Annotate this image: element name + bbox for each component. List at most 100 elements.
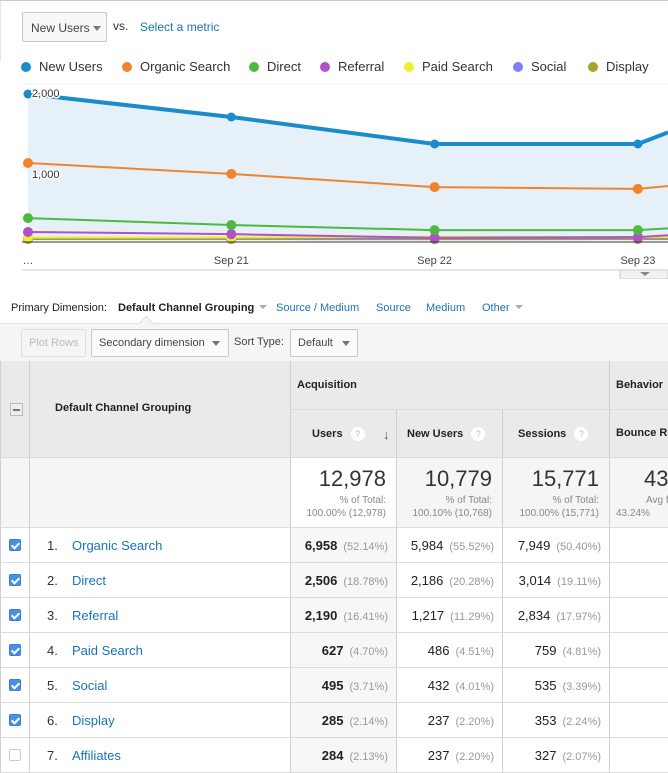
row-dimension-cell — [30, 598, 291, 633]
chevron-down-icon — [259, 305, 267, 309]
help-icon[interactable]: ? — [471, 427, 485, 441]
metric-select[interactable]: New Users — [22, 12, 107, 42]
sessions-column-header[interactable]: Sessions? — [503, 410, 610, 458]
x-tick-label: Sep 21 — [214, 255, 249, 267]
chevron-down-icon — [212, 341, 220, 346]
data-point — [430, 225, 440, 235]
secondary-dimension-select[interactable]: Secondary dimension — [91, 329, 229, 357]
collapse-icon[interactable] — [10, 403, 23, 416]
line-chart: 2,0001,000…Sep 21Sep 22Sep 23 — [0, 83, 668, 279]
table-row: 6.Display285(2.14%)237(2.20%)353(2.24%) — [0, 703, 668, 738]
metric-percent: (55.52%) — [449, 541, 494, 553]
plot-rows-button[interactable]: Plot Rows — [21, 329, 86, 357]
metric-percent: (3.39%) — [562, 681, 601, 693]
sort-type-select[interactable]: Default — [290, 329, 358, 357]
totals-select-cell — [0, 458, 30, 528]
row-sessions-value: 327(2.07%) — [535, 748, 601, 763]
metric-value: 1,217 — [412, 608, 445, 623]
row-checkbox[interactable] — [9, 644, 21, 656]
chart-legend: New Users Organic Search Direct Referral… — [0, 57, 668, 81]
data-point — [23, 213, 33, 223]
dimension-column-header[interactable]: Default Channel Grouping — [55, 402, 191, 414]
metric-value: 535 — [535, 678, 557, 693]
row-channel-link[interactable]: Social — [72, 678, 107, 693]
row-checkbox[interactable] — [9, 539, 21, 551]
metric-value: 5,984 — [411, 538, 444, 553]
data-point — [226, 220, 236, 230]
sort-descending-icon[interactable]: ↓ — [383, 427, 390, 442]
data-point — [226, 169, 236, 179]
legend-item-display[interactable]: Display — [588, 59, 649, 74]
table-row: 2.Direct2,506(18.78%)2,186(20.28%)3,014(… — [0, 563, 668, 598]
dimension-link-medium[interactable]: Medium — [426, 302, 465, 314]
data-point — [430, 182, 440, 192]
row-channel-link[interactable]: Display — [72, 713, 115, 728]
legend-item-social[interactable]: Social — [513, 59, 566, 74]
metric-percent: (4.51%) — [455, 646, 494, 658]
row-checkbox[interactable] — [9, 749, 21, 761]
totals-users: 12,978 % of Total:100.00% (12,978) — [291, 458, 397, 528]
row-bounce-rate-cell — [610, 738, 668, 773]
row-bounce-rate-cell — [610, 633, 668, 668]
row-dimension-cell — [30, 633, 291, 668]
metric-percent: (50.40%) — [556, 541, 601, 553]
row-new-users-value: 237(2.20%) — [428, 713, 494, 728]
row-new-users-value: 5,984 (55.52%) — [411, 538, 494, 553]
x-tick-label: Sep 22 — [417, 255, 452, 267]
row-index: 3. — [47, 608, 58, 623]
row-index: 2. — [47, 573, 58, 588]
metric-percent: (16.41%) — [343, 611, 388, 623]
row-users-value: 2,506(18.78%) — [305, 573, 388, 588]
row-channel-link[interactable]: Organic Search — [72, 538, 162, 553]
legend-item-direct[interactable]: Direct — [249, 59, 301, 74]
legend-dot-icon — [513, 62, 523, 72]
row-dimension-cell — [30, 668, 291, 703]
metric-value: 3,014 — [519, 573, 552, 588]
help-icon[interactable]: ? — [351, 427, 365, 441]
row-checkbox[interactable] — [9, 609, 21, 621]
legend-dot-icon — [320, 62, 330, 72]
select-a-metric-link[interactable]: Select a metric — [140, 20, 219, 34]
legend-item-paid-search[interactable]: Paid Search — [404, 59, 493, 74]
row-channel-link[interactable]: Direct — [72, 573, 106, 588]
metric-percent: (2.07%) — [562, 751, 601, 763]
row-dimension-cell — [30, 738, 291, 773]
x-tick-label: … — [23, 255, 34, 267]
row-checkbox[interactable] — [9, 679, 21, 691]
row-checkbox[interactable] — [9, 714, 21, 726]
row-channel-link[interactable]: Affiliates — [72, 748, 121, 763]
row-bounce-rate-cell — [610, 563, 668, 598]
table-row: 1.Organic Search6,958(52.14%)5,984(55.52… — [0, 528, 668, 563]
metric-value: 432 — [428, 678, 450, 693]
row-index: 5. — [47, 678, 58, 693]
legend-dot-icon — [122, 62, 132, 72]
metric-percent: (4.81%) — [562, 646, 601, 658]
metric-value: 284 — [322, 748, 344, 763]
row-channel-link[interactable]: Paid Search — [72, 643, 143, 658]
row-new-users-value: 237(2.20%) — [428, 748, 494, 763]
behavior-group-header: Behavior — [610, 361, 668, 410]
new-users-column-header[interactable]: New Users? — [397, 410, 503, 458]
legend-item-organic-search[interactable]: Organic Search — [122, 59, 230, 74]
totals-dimension-cell — [30, 458, 291, 528]
dimension-default-channel-grouping[interactable]: Default Channel Grouping — [118, 302, 267, 314]
legend-item-new-users[interactable]: New Users — [21, 59, 103, 74]
metric-percent: (2.20%) — [455, 751, 494, 763]
dimension-link-source[interactable]: Source — [376, 302, 411, 314]
row-channel-link[interactable]: Referral — [72, 608, 118, 623]
row-checkbox[interactable] — [9, 574, 21, 586]
help-icon[interactable]: ? — [574, 427, 588, 441]
row-dimension-cell — [30, 703, 291, 738]
legend-item-referral[interactable]: Referral — [320, 59, 384, 74]
metric-percent: (19.11%) — [557, 576, 601, 588]
bounce-rate-column-header[interactable]: Bounce Ra — [610, 410, 668, 458]
row-sessions-value: 353(2.24%) — [535, 713, 601, 728]
totals-new-users: 10,779 % of Total:100.10% (10,768) — [397, 458, 503, 528]
dimension-link-other[interactable]: Other — [482, 302, 523, 314]
acquisition-group-header: Acquisition — [291, 361, 610, 410]
primary-dimension-bar: Primary Dimension: Default Channel Group… — [0, 297, 668, 323]
dimension-link-source-medium[interactable]: Source / Medium — [276, 302, 359, 314]
vs-label: vs. — [113, 19, 128, 33]
users-column-header[interactable]: Users? — [291, 410, 397, 458]
chart-controls: New Users vs. Select a metric — [0, 1, 668, 61]
